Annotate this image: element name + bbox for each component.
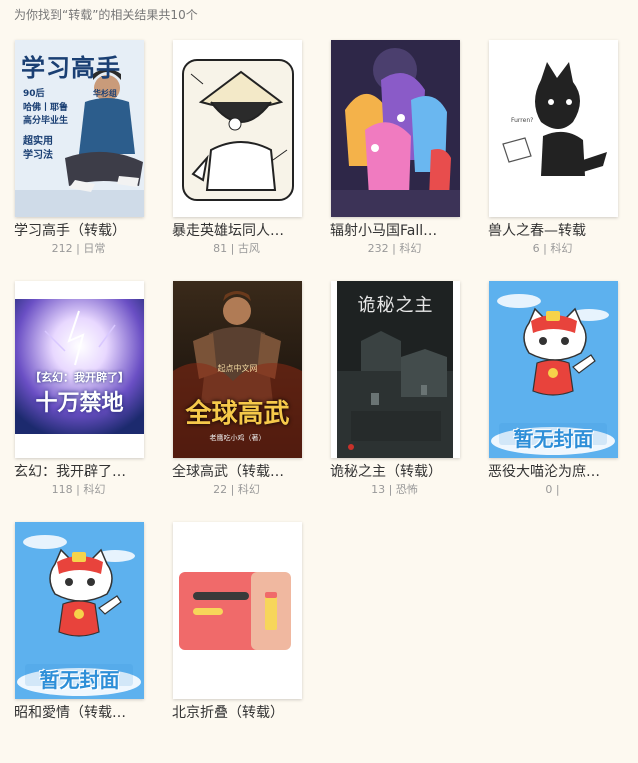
book-meta: 81 | 古风 (213, 242, 260, 255)
book-cover-image[interactable]: Furren? (489, 40, 618, 217)
category-link[interactable]: 科幻 (83, 483, 105, 496)
book-card[interactable]: 暴走英雄坛同人… 81 | 古风 (172, 40, 330, 281)
cover-line: 【玄幻：我开辟了】 (30, 371, 129, 384)
book-cover-image[interactable] (331, 40, 460, 217)
book-meta: 0 | (545, 483, 560, 496)
book-card[interactable]: 学习高手 90后 哈佛丨耶鲁 高分毕业生 超实用 学习法 华杉组 学习高手（转载… (14, 40, 172, 281)
read-count: 212 (51, 242, 73, 255)
book-title-link[interactable]: 兽人之春—转载 (488, 222, 628, 240)
read-count: 6 (532, 242, 540, 255)
book-title-link[interactable]: 昭和愛情（转载… (14, 704, 154, 722)
book-card[interactable]: 诡秘之主 诡秘之主（转载） 13 | 恐怖 (330, 281, 488, 522)
book-meta: 212 | 日常 (51, 242, 106, 255)
cover-sign-text: Furren? (511, 117, 534, 124)
book-title-link[interactable]: 全球高武（转载… (172, 463, 312, 481)
book-cover-image[interactable]: 诡秘之主 (331, 281, 460, 458)
category-link[interactable]: 古风 (238, 242, 260, 255)
cover-illustration (489, 40, 618, 217)
read-count: 22 (213, 483, 228, 496)
book-card[interactable]: 【玄幻：我开辟了】 十万禁地 玄幻：我开辟了… 118 | 科幻 (14, 281, 172, 522)
book-cover-image[interactable]: 起点中文网 全球高武 老鹰吃小鸡（著） (173, 281, 302, 458)
book-title-link[interactable]: 恶役大喵沦为庶… (488, 463, 628, 481)
read-count: 232 (367, 242, 389, 255)
category-link[interactable]: 科幻 (238, 483, 260, 496)
cover-author: 老鹰吃小鸡（著） (209, 434, 266, 442)
book-grid: 学习高手 90后 哈佛丨耶鲁 高分毕业生 超实用 学习法 华杉组 学习高手（转载… (14, 40, 638, 763)
cover-title: 诡秘之主 (357, 295, 434, 316)
book-title-link[interactable]: 暴走英雄坛同人… (172, 222, 312, 240)
book-cover-image[interactable]: 学习高手 90后 哈佛丨耶鲁 高分毕业生 超实用 学习法 华杉组 (15, 40, 144, 217)
book-card[interactable]: 北京折叠（转载） (172, 522, 330, 763)
cover-line: 高分毕业生 (23, 116, 69, 126)
category-link[interactable]: 恐怖 (396, 483, 418, 496)
book-cover-placeholder[interactable]: 暂无封面 (489, 281, 618, 458)
book-title-link[interactable]: 北京折叠（转载） (172, 704, 312, 722)
cover-illustration (331, 40, 460, 217)
cover-line: 超实用 (23, 136, 53, 147)
placeholder-no-cover-text: 暂无封面 (513, 427, 594, 451)
book-cover-image[interactable] (173, 522, 302, 699)
book-cover-placeholder[interactable]: 暂无封面 (15, 522, 144, 699)
book-meta: 232 | 科幻 (367, 242, 422, 255)
book-meta: 13 | 恐怖 (371, 483, 418, 496)
read-count: 13 (371, 483, 386, 496)
placeholder-no-cover-text: 暂无封面 (39, 668, 120, 692)
book-cover-image[interactable]: 【玄幻：我开辟了】 十万禁地 (15, 281, 144, 458)
book-card[interactable]: 起点中文网 全球高武 老鹰吃小鸡（著） 全球高武（转载… 22 | 科幻 (172, 281, 330, 522)
book-icon-illustration (173, 522, 302, 699)
cover-line: 90后 (23, 89, 45, 99)
category-link[interactable]: 科幻 (550, 242, 572, 255)
book-card[interactable]: 暂无封面 昭和愛情（转载… (14, 522, 172, 763)
cover-author: 华杉组 (93, 89, 117, 98)
category-link[interactable]: 日常 (83, 242, 105, 255)
book-card[interactable]: Furren? 兽人之春—转载 6 | 科幻 (488, 40, 638, 281)
cover-line: 学习法 (23, 150, 53, 161)
book-meta: 22 | 科幻 (213, 483, 260, 496)
cover-illustration (173, 40, 302, 217)
book-title-link[interactable]: 诡秘之主（转载） (330, 463, 470, 481)
book-title-link[interactable]: 玄幻：我开辟了… (14, 463, 154, 481)
book-meta: 6 | 科幻 (532, 242, 573, 255)
search-result-summary: 为你找到“转载”的相关结果共10个 (14, 8, 198, 22)
book-card[interactable]: 暂无封面 恶役大喵沦为庶… 0 | (488, 281, 638, 522)
category-link[interactable]: 科幻 (399, 242, 421, 255)
read-count: 118 (51, 483, 73, 496)
cover-title: 学习高手 (21, 54, 121, 82)
cover-line: 哈佛丨耶鲁 (23, 103, 69, 113)
book-card[interactable]: 辐射小马国Fall… 232 | 科幻 (330, 40, 488, 281)
book-title-link[interactable]: 学习高手（转载） (14, 222, 154, 240)
book-title-link[interactable]: 辐射小马国Fall… (330, 222, 470, 240)
cover-publisher: 起点中文网 (217, 364, 258, 373)
book-cover-image[interactable] (173, 40, 302, 217)
cover-title: 十万禁地 (35, 391, 124, 416)
read-count: 81 (213, 242, 228, 255)
cover-title: 全球高武 (185, 399, 290, 429)
book-meta: 118 | 科幻 (51, 483, 106, 496)
